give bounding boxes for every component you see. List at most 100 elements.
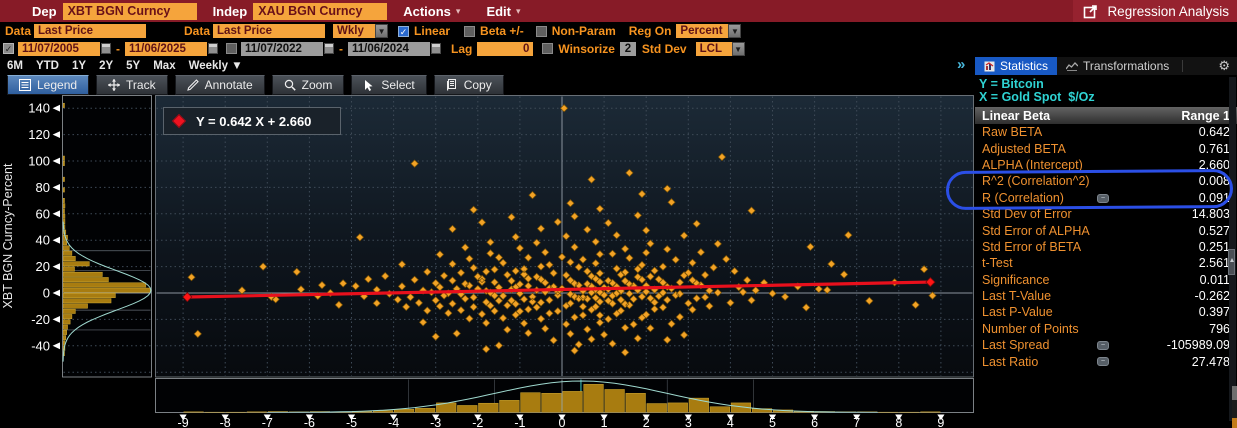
period-5y[interactable]: 5Y <box>126 60 140 72</box>
stats-row-label: Std Error of ALPHA <box>982 224 1090 238</box>
range1-start-input[interactable]: 11/07/2005 <box>18 42 100 56</box>
calendar-icon[interactable] <box>101 43 111 54</box>
nonparam-checkbox[interactable] <box>536 26 547 37</box>
svg-text:-40: -40 <box>31 338 50 353</box>
regon-select[interactable]: Percent <box>676 24 728 38</box>
lag-input[interactable]: 0 <box>477 42 533 56</box>
dep-label: Dep <box>32 4 57 19</box>
period-1y[interactable]: 1Y <box>72 60 86 72</box>
calendar-icon[interactable] <box>431 43 441 54</box>
calendar-icon[interactable] <box>208 43 218 54</box>
mini-chart-icon[interactable]: ~ <box>1097 341 1109 350</box>
stats-row-label: Adjusted BETA <box>982 142 1066 156</box>
stats-row[interactable]: Std Error of ALPHA 0.527 <box>975 222 1237 238</box>
annotate-button[interactable]: Annotate <box>175 75 265 95</box>
frequency-select[interactable]: Wkly <box>333 24 375 38</box>
svg-text:0: 0 <box>559 416 566 428</box>
export-icon[interactable] <box>1083 4 1098 19</box>
regression-equation-legend[interactable]: Y = 0.642 X + 2.660 <box>163 107 341 135</box>
collapse-chevron-icon[interactable]: » <box>957 56 965 73</box>
svg-text:120: 120 <box>28 127 50 142</box>
stats-row[interactable]: Raw BETA0.642 <box>975 124 1237 140</box>
beta-checkbox[interactable] <box>464 26 475 37</box>
stats-row-label: Last T-Value <box>982 289 1051 303</box>
period-6m[interactable]: 6M <box>7 60 23 72</box>
period-2y[interactable]: 2Y <box>99 60 113 72</box>
period-max[interactable]: Max <box>153 60 175 72</box>
mini-chart-icon[interactable]: ~ <box>1097 194 1109 203</box>
stats-scrollbar[interactable] <box>1229 77 1236 421</box>
winsorize-input[interactable]: 2 <box>620 42 636 56</box>
stats-row-value: 0.011 <box>1200 273 1230 287</box>
track-button[interactable]: Track <box>96 75 168 95</box>
stats-scrollbar-thumb[interactable] <box>1228 249 1235 275</box>
tab-statistics-label: Statistics <box>1000 59 1048 73</box>
svg-text:-6: -6 <box>304 416 315 428</box>
beta-label: Beta +/- <box>480 24 524 38</box>
stats-row-value: 0.091 <box>1199 191 1230 205</box>
mini-chart-icon[interactable]: ~ <box>1097 357 1109 366</box>
edit-menu[interactable]: Edit ▾ <box>486 4 520 19</box>
copy-button[interactable]: Copy <box>434 75 504 95</box>
stats-row-value: 0.527 <box>1199 224 1230 238</box>
svg-text:-9: -9 <box>178 416 189 428</box>
calendar-icon[interactable] <box>324 43 334 54</box>
lcl-dropdown-arrow[interactable]: ▼ <box>732 42 745 56</box>
stats-row[interactable]: Significance0.011 <box>975 272 1237 288</box>
legend-button[interactable]: Legend <box>7 75 89 95</box>
actions-menu[interactable]: Actions ▾ <box>403 4 460 19</box>
stats-row-value: 14.803 <box>1192 207 1230 221</box>
period-frequency-select[interactable]: Weekly ▼ <box>189 60 243 72</box>
range1-checkbox[interactable]: ✓ <box>3 43 14 54</box>
indep-security-input[interactable]: XAU BGN Curncy <box>253 3 387 20</box>
tab-transformations-label: Transformations <box>1083 59 1169 73</box>
period-ytd[interactable]: YTD <box>36 60 59 72</box>
svg-text:-4: -4 <box>388 416 399 428</box>
range2-start-input[interactable]: 11/07/2022 <box>241 42 323 56</box>
select-button-label: Select <box>381 78 414 92</box>
select-button[interactable]: Select <box>351 75 426 95</box>
chevron-down-icon: ▾ <box>516 6 521 17</box>
y-axis-label: XBT BGN Curncy-Percent <box>1 163 15 308</box>
winsorize-checkbox[interactable] <box>542 43 553 54</box>
dep-security-input[interactable]: XBT BGN Curncy <box>63 3 197 20</box>
range1-end-input[interactable]: 11/06/2025 <box>125 42 207 56</box>
stats-row-value: 0.251 <box>1199 240 1230 254</box>
tab-transformations[interactable]: Transformations <box>1057 57 1178 75</box>
data1-label: Data <box>5 24 31 38</box>
stats-row[interactable]: ALPHA (Intercept)2.660 <box>975 157 1237 173</box>
gear-icon[interactable]: ⚙ <box>1218 58 1237 74</box>
tab-statistics[interactable]: Statistics <box>975 57 1057 75</box>
stats-row[interactable]: Last Spread~-105989.09 <box>975 337 1237 353</box>
stats-row[interactable]: Last P-Value0.397 <box>975 304 1237 320</box>
period-bar: 6M YTD 1Y 2Y 5Y Max Weekly ▼ <box>0 57 975 74</box>
regression-scatter-chart[interactable]: -40-20020406080100120140-9-8-7-6-5-4-3-2… <box>0 95 975 428</box>
svg-text:-5: -5 <box>346 416 357 428</box>
svg-text:3: 3 <box>685 416 692 428</box>
zoom-button[interactable]: Zoom <box>272 75 345 95</box>
stats-row[interactable]: Number of Points796 <box>975 321 1237 337</box>
data2-input[interactable]: Last Price <box>213 24 325 38</box>
stats-row[interactable]: Adjusted BETA0.761 <box>975 140 1237 156</box>
stats-row[interactable]: Std Error of BETA0.251 <box>975 239 1237 255</box>
svg-text:4: 4 <box>727 416 734 428</box>
stats-row[interactable]: R (Correlation)~0.091 <box>975 190 1237 206</box>
stats-row-value: 2.561 <box>1199 256 1230 270</box>
stats-row[interactable]: Last Ratio~27.478 <box>975 353 1237 369</box>
stats-row[interactable]: R^2 (Correlation^2)0.008 <box>975 173 1237 189</box>
stats-row[interactable]: Std Dev of Error14.803 <box>975 206 1237 222</box>
lcl-select[interactable]: LCL <box>696 42 732 56</box>
svg-text:8: 8 <box>895 416 902 428</box>
stats-row[interactable]: Last T-Value-0.262 <box>975 288 1237 304</box>
nonparam-label: Non-Param <box>552 24 616 38</box>
range2-checkbox[interactable] <box>226 43 237 54</box>
regon-dropdown-arrow[interactable]: ▼ <box>728 24 741 38</box>
range2-end-input[interactable]: 11/06/2024 <box>348 42 430 56</box>
linear-checkbox[interactable]: ✓ <box>398 26 409 37</box>
stats-row-label: R^2 (Correlation^2) <box>982 174 1090 188</box>
stats-row-label: Last Ratio <box>982 355 1038 369</box>
stats-row-label: Last Spread <box>982 338 1049 352</box>
frequency-dropdown-arrow[interactable]: ▼ <box>375 24 388 38</box>
stats-row[interactable]: t-Test2.561 <box>975 255 1237 271</box>
data1-input[interactable]: Last Price <box>34 24 146 38</box>
